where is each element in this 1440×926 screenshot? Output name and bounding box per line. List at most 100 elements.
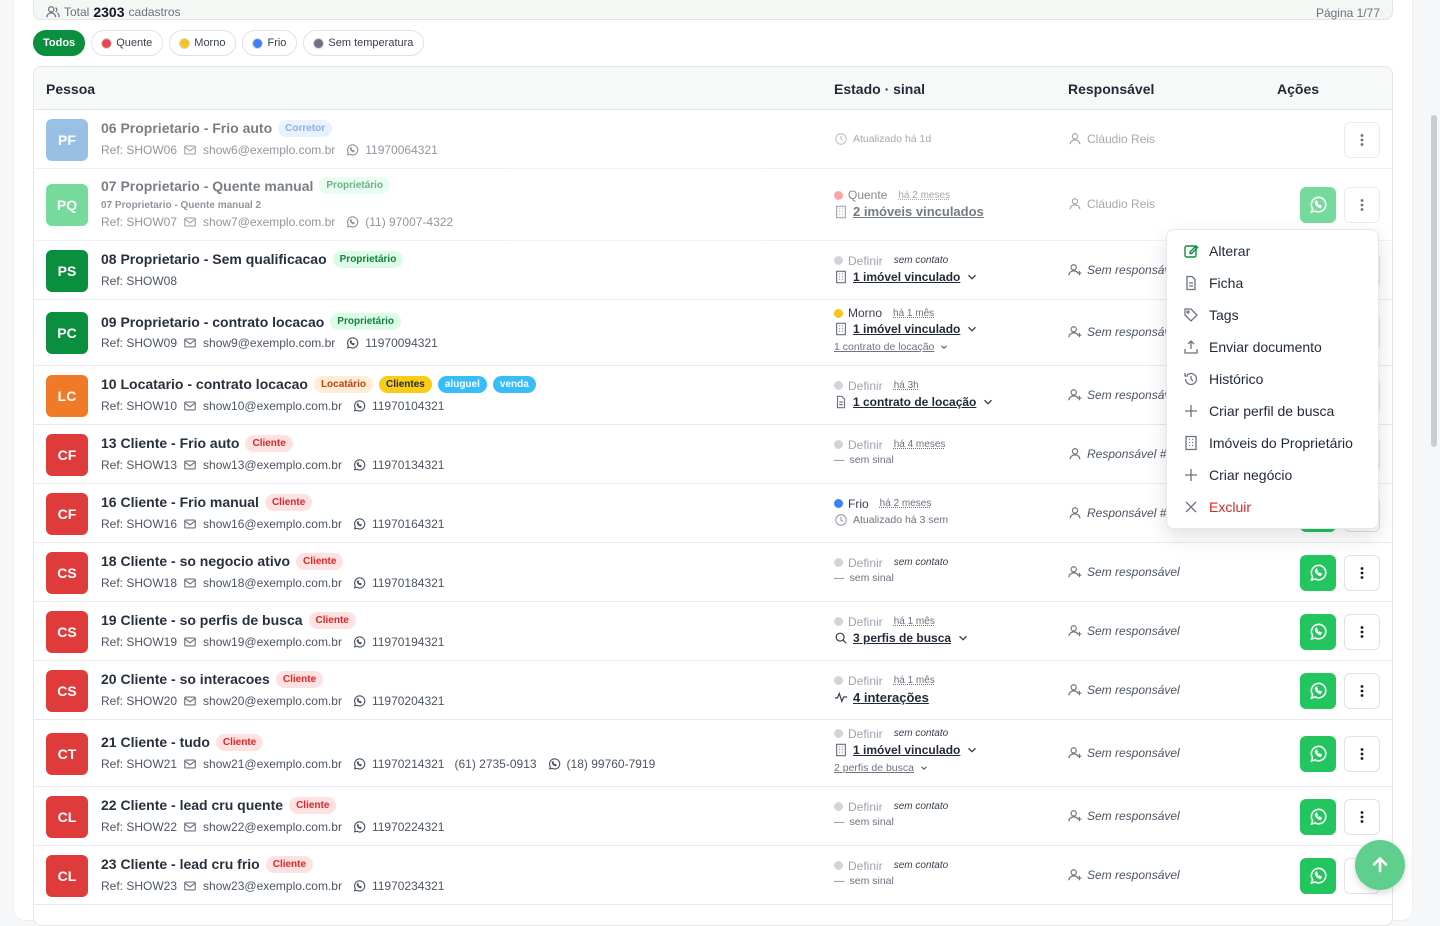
more-actions-button[interactable] [1344, 735, 1380, 772]
phone-number[interactable]: 11970064321 [365, 143, 438, 157]
filter-morno[interactable]: Morno [169, 30, 237, 56]
more-actions-button[interactable] [1344, 121, 1380, 158]
phone-number[interactable]: 11970164321 [372, 517, 445, 531]
scroll-top-button[interactable] [1355, 840, 1405, 890]
responsible[interactable]: Responsável # [1068, 447, 1166, 461]
email-link[interactable]: show6@exemplo.com.br [203, 143, 335, 157]
menu-ficha[interactable]: Ficha [1183, 275, 1243, 291]
temperature-status[interactable]: Definir sem contato [834, 254, 948, 268]
person-name[interactable]: 10 Locatario - contrato locacao [101, 376, 308, 392]
temperature-status[interactable]: Definir há 1 mês [834, 615, 935, 629]
menu-criar-perfil-de-busca[interactable]: Criar perfil de busca [1183, 403, 1334, 419]
email-link[interactable]: show20@exemplo.com.br [203, 694, 342, 708]
responsible[interactable]: Sem responsável [1068, 388, 1180, 402]
email-link[interactable]: show21@exemplo.com.br [203, 757, 342, 771]
whatsapp-button[interactable] [1300, 187, 1336, 223]
temperature-status[interactable]: Quente há 2 meses [834, 188, 950, 202]
phone-number[interactable]: 11970194321 [372, 635, 445, 649]
phone-number[interactable]: (61) 2735-0913 [454, 757, 536, 771]
menu-tags[interactable]: Tags [1183, 307, 1239, 323]
phone-number[interactable]: 11970224321 [372, 820, 445, 834]
phone-number[interactable]: (18) 99760-7919 [567, 757, 656, 771]
whatsapp-button[interactable] [1300, 798, 1336, 835]
responsible[interactable]: Sem responsável [1068, 263, 1180, 277]
person-name[interactable]: 06 Proprietario - Frio auto [101, 120, 272, 136]
signal-line[interactable]: 3 perfis de busca [834, 631, 970, 645]
more-actions-button[interactable] [1344, 798, 1380, 835]
whatsapp-button[interactable] [1300, 554, 1336, 591]
table-row[interactable]: CL 23 Cliente - lead cru frio Cliente Ref: … [34, 846, 1392, 905]
signal-line[interactable]: 1 imóvel vinculado [834, 743, 979, 757]
signal-line[interactable]: 4 interações [834, 690, 929, 705]
signal-extra-line[interactable]: 2 perfis de busca [834, 761, 929, 775]
more-actions-button[interactable] [1344, 613, 1380, 650]
more-actions-button[interactable] [1344, 187, 1380, 223]
temperature-status[interactable]: Definir sem contato [834, 727, 948, 741]
table-row[interactable]: CT 21 Cliente - tudo Cliente Ref: SHOW21 sho… [34, 720, 1392, 787]
filter-todos[interactable]: Todos [33, 30, 86, 56]
person-name[interactable]: 16 Cliente - Frio manual [101, 494, 259, 510]
email-link[interactable]: show18@exemplo.com.br [203, 576, 342, 590]
signal-line[interactable]: 1 imóvel vinculado [834, 322, 979, 336]
email-link[interactable]: show13@exemplo.com.br [203, 458, 342, 472]
email-link[interactable]: show22@exemplo.com.br [203, 820, 342, 834]
temperature-status[interactable]: Definir sem contato [834, 859, 948, 873]
responsible[interactable]: Responsável # [1068, 506, 1166, 520]
person-name[interactable]: 08 Proprietario - Sem qualificacao [101, 251, 327, 267]
person-name[interactable]: 13 Cliente - Frio auto [101, 435, 239, 451]
email-link[interactable]: show9@exemplo.com.br [203, 336, 335, 350]
menu-enviar-documento[interactable]: Enviar documento [1183, 339, 1322, 355]
phone-number[interactable]: 11970094321 [365, 336, 438, 350]
responsible[interactable]: Sem responsável [1068, 868, 1180, 882]
email-link[interactable]: show23@exemplo.com.br [203, 879, 342, 893]
responsible[interactable]: Sem responsável [1068, 565, 1180, 579]
signal-line[interactable]: 2 imóveis vinculados [834, 204, 984, 219]
person-name[interactable]: 21 Cliente - tudo [101, 734, 210, 750]
temperature-status[interactable]: Definir há 1 mês [834, 674, 935, 688]
email-link[interactable]: show19@exemplo.com.br [203, 635, 342, 649]
phone-number[interactable]: 11970204321 [372, 694, 445, 708]
table-row[interactable]: CL 22 Cliente - lead cru quente Cliente Ref… [34, 787, 1392, 846]
page-scrollbar[interactable] [1431, 115, 1437, 447]
menu-criar-negocio[interactable]: Criar negócio [1183, 467, 1292, 483]
responsible[interactable]: Cláudio Reis [1068, 197, 1155, 211]
more-actions-button[interactable] [1344, 672, 1380, 709]
responsible[interactable]: Cláudio Reis [1068, 132, 1155, 146]
person-name[interactable]: 20 Cliente - so interacoes [101, 671, 270, 687]
person-name[interactable]: 09 Proprietario - contrato locacao [101, 314, 324, 330]
menu-excluir[interactable]: Excluir [1183, 499, 1251, 515]
table-row[interactable]: CS 18 Cliente - so negocio ativo Cliente Re… [34, 543, 1392, 602]
temperature-status[interactable]: Definir há 4 meses [834, 438, 945, 452]
email-link[interactable]: show16@exemplo.com.br [203, 517, 342, 531]
email-link[interactable]: show10@exemplo.com.br [203, 399, 342, 413]
phone-number[interactable]: 11970134321 [372, 458, 445, 472]
email-link[interactable]: show7@exemplo.com.br [203, 215, 335, 229]
phone-number[interactable]: 11970214321 [372, 757, 445, 771]
temperature-status[interactable]: Frio há 2 meses [834, 497, 931, 511]
phone-number[interactable]: 11970234321 [372, 879, 445, 893]
responsible[interactable]: Sem responsável [1068, 325, 1180, 339]
phone-number[interactable]: (11) 97007-4322 [365, 215, 453, 229]
phone-number[interactable]: 11970104321 [372, 399, 445, 413]
phone-number[interactable]: 11970184321 [372, 576, 445, 590]
menu-alterar[interactable]: Alterar [1183, 243, 1250, 259]
more-actions-button[interactable] [1344, 554, 1380, 591]
temperature-status[interactable]: Definir há 3h [834, 379, 919, 393]
table-row[interactable]: PF 06 Proprietario - Frio auto Corretor Ref… [34, 110, 1392, 169]
filter-quente[interactable]: Quente [91, 30, 164, 56]
temperature-status[interactable]: Morno há 1 mês [834, 306, 934, 320]
person-name[interactable]: 23 Cliente - lead cru frio [101, 856, 260, 872]
temperature-status[interactable]: Definir sem contato [834, 556, 948, 570]
responsible[interactable]: Sem responsável [1068, 809, 1180, 823]
menu-historico[interactable]: Histórico [1183, 371, 1263, 387]
responsible[interactable]: Sem responsável [1068, 746, 1180, 760]
filter-sem-temperatura[interactable]: Sem temperatura [303, 30, 425, 56]
signal-extra-line[interactable]: 1 contrato de locação [834, 340, 949, 354]
responsible[interactable]: Sem responsável [1068, 683, 1180, 697]
whatsapp-button[interactable] [1300, 672, 1336, 709]
person-name[interactable]: 19 Cliente - so perfis de busca [101, 612, 303, 628]
person-name[interactable]: 22 Cliente - lead cru quente [101, 797, 283, 813]
signal-line[interactable]: 1 imóvel vinculado [834, 270, 979, 284]
table-row[interactable]: CS 20 Cliente - so interacoes Cliente Ref: … [34, 661, 1392, 720]
temperature-status[interactable]: Definir sem contato [834, 800, 948, 814]
